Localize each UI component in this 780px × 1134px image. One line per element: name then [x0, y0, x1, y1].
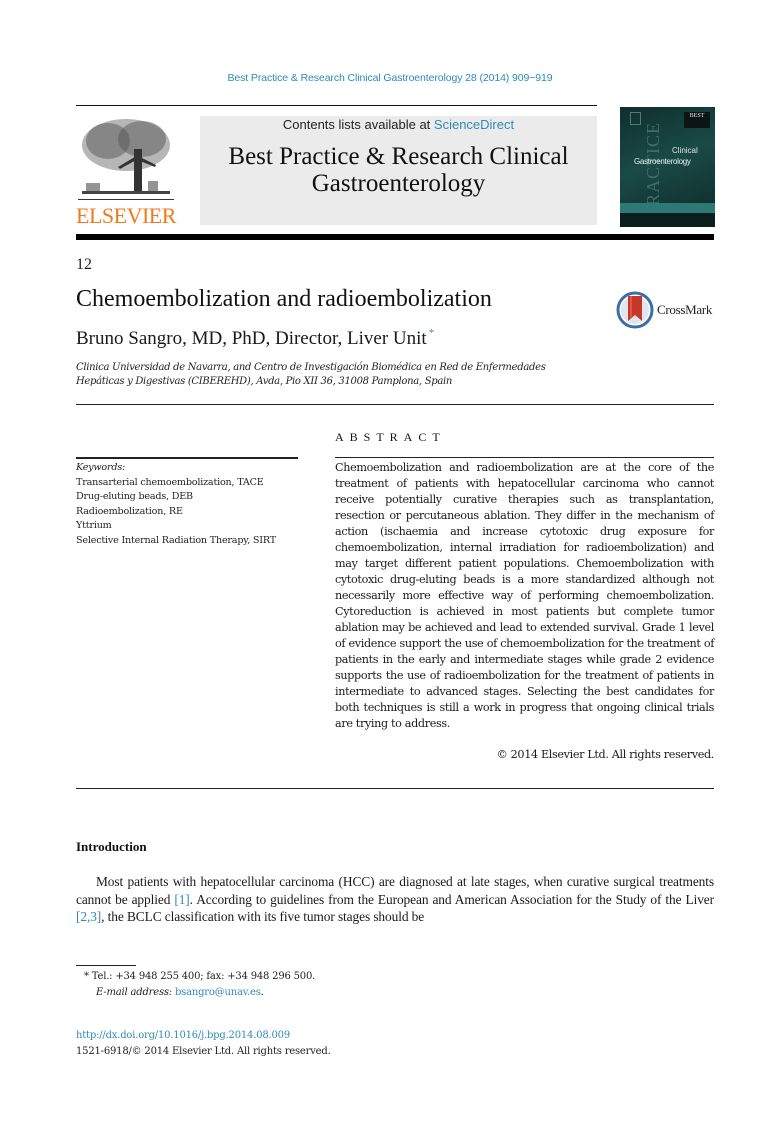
- crossmark-button[interactable]: CrossMark: [616, 290, 712, 330]
- masthead-divider: [76, 234, 714, 240]
- doi-block: http://dx.doi.org/10.1016/j.bpg.2014.08.…: [76, 1028, 331, 1060]
- cover-band: [620, 203, 715, 213]
- intro-text-part2: . According to guidelines from the Europ…: [189, 891, 714, 907]
- keywords-label: Keywords:: [76, 462, 126, 473]
- chapter-number: 12: [76, 256, 92, 273]
- intro-text-part3: , the BCLC classification with its five …: [101, 909, 425, 924]
- contents-available-line: Contents lists available at ScienceDirec…: [200, 117, 597, 132]
- abstract-body: Chemoembolization and radioembolization …: [335, 461, 714, 730]
- keyword-item: Transarterial chemoembolization, TACE: [76, 476, 264, 488]
- elsevier-tree-icon: [78, 119, 174, 200]
- section-divider: [76, 404, 714, 405]
- author-text: Bruno Sangro, MD, PhD, Director, Liver U…: [76, 328, 427, 349]
- keyword-item: Drug-eluting beads, DEB: [76, 491, 193, 502]
- cover-title: Gastroenterology: [634, 157, 691, 166]
- footnote-contact: Tel.: +34 948 255 400; fax: +34 948 296 …: [91, 971, 316, 982]
- sciencedirect-link[interactable]: ScienceDirect: [434, 117, 514, 132]
- author-footnote-marker[interactable]: *: [429, 327, 435, 339]
- reference-link-2-3[interactable]: [2,3]: [76, 909, 101, 924]
- footnote-contact-line: * Tel.: +34 948 255 400; fax: +34 948 29…: [84, 969, 315, 985]
- reference-link-1[interactable]: [1]: [174, 892, 189, 907]
- doi-link[interactable]: http://dx.doi.org/10.1016/j.bpg.2014.08.…: [76, 1028, 331, 1044]
- crossmark-label: CrossMark: [657, 302, 713, 317]
- abstract-copyright: © 2014 Elsevier Ltd. All rights reserved…: [496, 748, 715, 761]
- cover-footer: [620, 213, 715, 227]
- footnote-rule: [76, 965, 136, 966]
- journal-title-line2: Gastroenterology: [311, 170, 486, 197]
- abstract-heading: ABSTRACT: [335, 430, 446, 444]
- affiliation-line1: Clinica Universidad de Navarra, and Cent…: [76, 362, 546, 373]
- email-link[interactable]: bsangro@unav.es: [175, 987, 261, 998]
- cover-emblem-icon: [630, 112, 641, 125]
- keyword-item: Radioembolization, RE: [76, 505, 183, 517]
- keyword-item: Selective Internal Radiation Therapy, SI…: [76, 534, 276, 546]
- footnote-marker: *: [84, 971, 89, 982]
- keywords-rule: [76, 457, 298, 459]
- keywords-panel: Keywords: Transarterial chemoembolizatio…: [76, 461, 306, 548]
- abstract-rule: [335, 457, 714, 458]
- affiliation-line2: Hepáticas y Digestivas (CIBEREHD), Avda,…: [76, 376, 453, 387]
- crossmark-icon: [616, 291, 654, 329]
- contents-prefix: Contents lists available at: [282, 117, 434, 132]
- abstract-end-rule: [76, 788, 714, 789]
- cover-badge: BEST: [684, 112, 710, 128]
- author-affiliation: Clinica Universidad de Navarra, and Cent…: [76, 361, 596, 389]
- author-footnote: * Tel.: +34 948 255 400; fax: +34 948 29…: [84, 969, 315, 1001]
- footnote-email-line: E-mail address: bsangro@unav.es.: [84, 985, 315, 1001]
- journal-cover-image[interactable]: PRACTICE BEST Clinical Gastroenterology: [620, 107, 715, 227]
- journal-masthead: Contents lists available at ScienceDirec…: [200, 116, 597, 225]
- header-rule: [76, 105, 597, 106]
- journal-title[interactable]: Best Practice & Research Clinical Gastro…: [200, 143, 597, 197]
- issn-copyright: 1521-6918/© 2014 Elsevier Ltd. All right…: [76, 1046, 331, 1057]
- introduction-paragraph: Most patients with hepatocellular carcin…: [76, 873, 714, 926]
- keyword-item: Yttrium: [76, 520, 112, 531]
- cover-subtitle: Clinical: [672, 146, 698, 155]
- introduction-heading: Introduction: [76, 839, 147, 854]
- journal-title-line1: Best Practice & Research Clinical: [228, 143, 569, 170]
- author-name: Bruno Sangro, MD, PhD, Director, Liver U…: [76, 327, 434, 350]
- article-title: Chemoembolization and radioembolization: [76, 286, 492, 312]
- email-label: E-mail address:: [96, 987, 172, 998]
- elsevier-wordmark: ELSEVIER: [76, 203, 176, 228]
- email-suffix: .: [260, 987, 264, 998]
- journal-reference-link[interactable]: Best Practice & Research Clinical Gastro…: [0, 72, 780, 84]
- elsevier-logo[interactable]: ELSEVIER: [76, 115, 176, 227]
